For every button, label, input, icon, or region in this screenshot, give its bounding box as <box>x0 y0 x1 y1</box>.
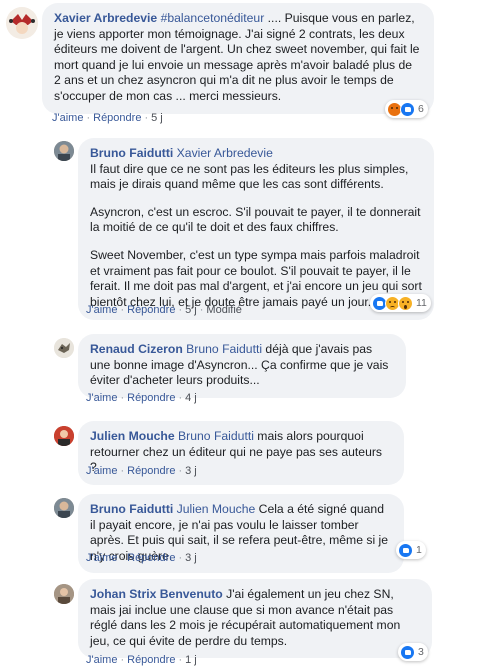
avatar-creature-icon <box>54 338 74 358</box>
avatar-person-icon <box>54 584 74 604</box>
comment-author[interactable]: Renaud Cizeron <box>90 342 183 356</box>
avatar[interactable] <box>54 426 74 446</box>
reply-button[interactable]: Répondre <box>127 304 175 316</box>
mention-link[interactable]: Xavier Arbredevie <box>177 146 273 160</box>
comment-author[interactable]: Xavier Arbredevie <box>54 11 157 25</box>
avatar-person-icon <box>54 498 74 518</box>
comment-time[interactable]: 5 j <box>151 112 163 124</box>
reply-button[interactable]: Répondre <box>127 465 175 477</box>
hashtag-link[interactable]: #balancetonéditeur <box>161 11 265 25</box>
comment-bubble: Johan Strix Benvenuto J'ai également un … <box>78 579 432 659</box>
separator: · <box>120 465 125 477</box>
avatar[interactable] <box>6 7 38 39</box>
avatar[interactable] <box>54 338 74 358</box>
separator: · <box>86 112 91 124</box>
reply-button[interactable]: Répondre <box>127 654 175 666</box>
reactions-summary[interactable]: 1 <box>396 541 426 559</box>
comment-paragraph: Asyncron, c'est un escroc. S'il pouvait … <box>90 204 421 235</box>
comment-author[interactable]: Bruno Faidutti <box>90 502 173 516</box>
edited-label[interactable]: Modifié <box>206 304 241 316</box>
reply-button[interactable]: Répondre <box>127 552 175 564</box>
reply-button[interactable]: Répondre <box>127 392 175 404</box>
separator: · <box>120 304 125 316</box>
comment-bubble: Bruno Faidutti Xavier Arbredevie Il faut… <box>78 138 434 321</box>
reactions-summary[interactable]: 3 <box>398 643 428 661</box>
like-icon <box>400 644 415 660</box>
like-button[interactable]: J'aime <box>86 392 117 404</box>
like-icon <box>400 101 415 117</box>
like-icon <box>398 542 413 558</box>
reactions-summary[interactable]: 11 <box>370 294 431 312</box>
reply-button[interactable]: Répondre <box>93 112 141 124</box>
avatar[interactable] <box>54 141 74 161</box>
reaction-count: 3 <box>418 646 424 658</box>
comment-actions: J'aime · Répondre · 1 j <box>86 654 197 666</box>
separator: · <box>178 654 183 666</box>
separator: · <box>120 392 125 404</box>
avatar-person-icon <box>54 141 74 161</box>
comment-bubble: Renaud Cizeron Bruno Faidutti déjà que j… <box>78 334 406 398</box>
reaction-count: 6 <box>418 103 424 115</box>
comment-actions: J'aime · Répondre · 4 j <box>86 392 197 404</box>
comment-paragraph: Il faut dire que ce ne sont pas les édit… <box>90 161 409 192</box>
separator: · <box>199 304 204 316</box>
comment-actions: J'aime · Répondre · 5 j <box>52 112 163 124</box>
separator: · <box>144 112 149 124</box>
separator: · <box>178 304 183 316</box>
comment-author[interactable]: Johan Strix Benvenuto <box>90 587 223 601</box>
separator: · <box>178 465 183 477</box>
comment-time[interactable]: 5 j <box>185 304 197 316</box>
like-button[interactable]: J'aime <box>52 112 83 124</box>
reactions-summary[interactable]: 6 <box>385 100 428 118</box>
wow-icon <box>398 295 413 311</box>
like-button[interactable]: J'aime <box>86 654 117 666</box>
separator: · <box>178 552 183 564</box>
mention-link[interactable]: Bruno Faidutti <box>186 342 262 356</box>
reaction-count: 1 <box>416 544 422 556</box>
avatar[interactable] <box>54 584 74 604</box>
comment-time[interactable]: 1 j <box>185 654 197 666</box>
avatar[interactable] <box>54 498 74 518</box>
separator: · <box>120 654 125 666</box>
comment-time[interactable]: 3 j <box>185 552 197 564</box>
like-button[interactable]: J'aime <box>86 465 117 477</box>
comment-actions: J'aime · Répondre · 3 j <box>86 465 197 477</box>
reaction-count: 11 <box>416 297 427 309</box>
avatar-jester-icon <box>6 7 38 39</box>
comment-author[interactable]: Bruno Faidutti <box>90 146 173 160</box>
comment-author[interactable]: Julien Mouche <box>90 429 175 443</box>
comment-actions: J'aime · Répondre · 3 j <box>86 552 197 564</box>
like-button[interactable]: J'aime <box>86 304 117 316</box>
separator: · <box>178 392 183 404</box>
separator: · <box>120 552 125 564</box>
mention-link[interactable]: Bruno Faidutti <box>178 429 254 443</box>
comment-time[interactable]: 3 j <box>185 465 197 477</box>
like-button[interactable]: J'aime <box>86 552 117 564</box>
comment-time[interactable]: 4 j <box>185 392 197 404</box>
comment-actions: J'aime · Répondre · 5 j · Modifié <box>86 304 242 316</box>
avatar-person-icon <box>54 426 74 446</box>
comment-bubble: Xavier Arbredevie #balancetonéditeur ...… <box>42 3 434 114</box>
mention-link[interactable]: Julien Mouche <box>177 502 256 516</box>
